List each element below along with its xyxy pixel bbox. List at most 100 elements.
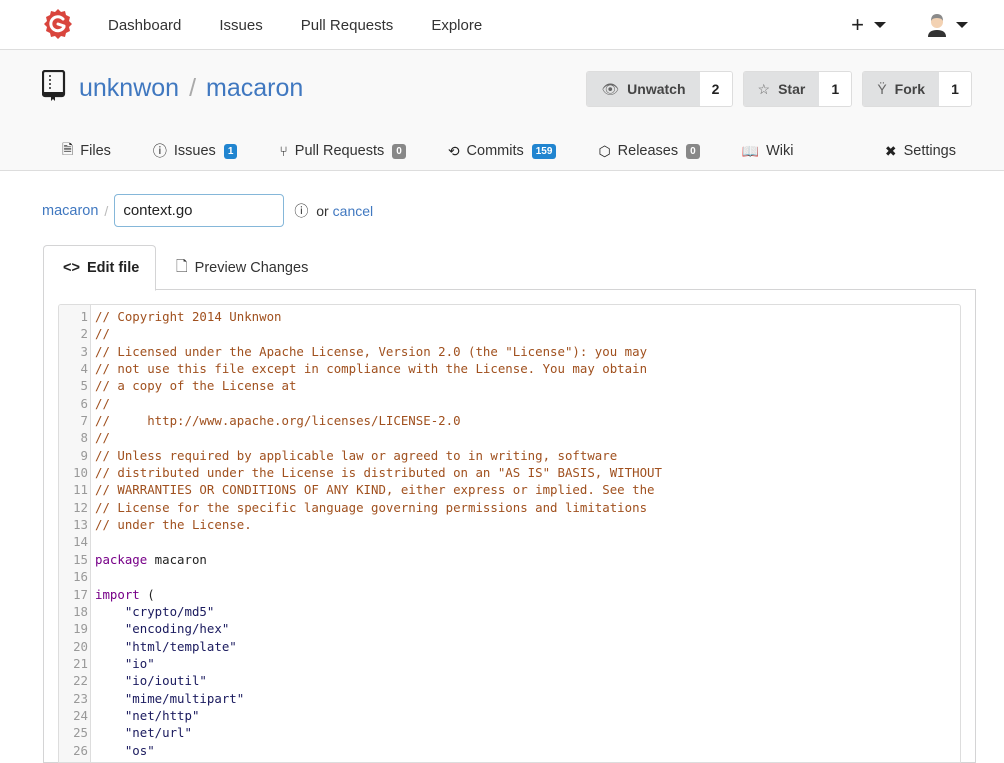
line-content bbox=[89, 568, 95, 585]
create-dropdown-caret-icon[interactable] bbox=[874, 22, 886, 28]
code-line[interactable]: 15package macaron bbox=[59, 551, 960, 568]
nav-issues[interactable]: Issues bbox=[219, 17, 262, 34]
tab-settings[interactable]: ✖Settings bbox=[885, 143, 956, 160]
user-dropdown-caret-icon[interactable] bbox=[956, 22, 968, 28]
code-line[interactable]: 26 "os" bbox=[59, 742, 960, 759]
code-line[interactable]: 18 "crypto/md5" bbox=[59, 603, 960, 620]
code-line[interactable]: 6// bbox=[59, 395, 960, 412]
code-line[interactable]: 10// distributed under the License is di… bbox=[59, 464, 960, 481]
code-line[interactable]: 17import ( bbox=[59, 586, 960, 603]
code-line[interactable]: 5// a copy of the License at bbox=[59, 377, 960, 394]
line-content bbox=[89, 533, 95, 550]
code-line[interactable]: 3// Licensed under the Apache License, V… bbox=[59, 343, 960, 360]
plus-icon[interactable]: + bbox=[851, 12, 864, 38]
line-number: 22 bbox=[59, 672, 89, 689]
tab-releases[interactable]: ⬡Releases0 bbox=[598, 143, 699, 160]
line-content: "html/template" bbox=[89, 638, 237, 655]
repo-book-icon bbox=[42, 70, 66, 102]
line-number: 15 bbox=[59, 551, 89, 568]
diff-icon: 🗋 bbox=[176, 256, 188, 281]
code-line[interactable]: 1// Copyright 2014 Unknwon bbox=[59, 308, 960, 325]
breadcrumb-separator: / bbox=[104, 203, 108, 219]
watchers-count[interactable]: 2 bbox=[700, 72, 732, 106]
code-line[interactable]: 12// License for the specific language g… bbox=[59, 499, 960, 516]
fork-button[interactable]: ŸFork bbox=[863, 72, 939, 106]
tab-label: Files bbox=[80, 143, 111, 159]
repo-owner-link[interactable]: unknwon bbox=[79, 74, 179, 102]
breadcrumb-repo-link[interactable]: macaron bbox=[42, 203, 98, 219]
line-content: // bbox=[89, 325, 110, 342]
keyword: import bbox=[95, 587, 140, 602]
code-line[interactable]: 23 "mime/multipart" bbox=[59, 690, 960, 707]
line-content: import ( bbox=[89, 586, 155, 603]
tab-issues[interactable]: ⓘ Issues 1 bbox=[153, 141, 237, 161]
line-content: // http://www.apache.org/licenses/LICENS… bbox=[89, 412, 461, 429]
stars-count[interactable]: 1 bbox=[819, 72, 851, 106]
unwatch-button[interactable]: 👁Unwatch bbox=[587, 72, 699, 106]
book-icon: 📖 bbox=[742, 143, 759, 160]
code-line[interactable]: 4// not use this file except in complian… bbox=[59, 360, 960, 377]
tab-preview-changes[interactable]: 🗋Preview Changes bbox=[176, 245, 308, 291]
code-line[interactable]: 9// Unless required by applicable law or… bbox=[59, 447, 960, 464]
line-number: 4 bbox=[59, 360, 89, 377]
issues-count-badge: 1 bbox=[224, 144, 238, 159]
pull-request-icon: ⑂ bbox=[279, 143, 287, 159]
code-line[interactable]: 13// under the License. bbox=[59, 516, 960, 533]
line-content: "net/url" bbox=[89, 724, 192, 741]
code-line[interactable]: 7// http://www.apache.org/licenses/LICEN… bbox=[59, 412, 960, 429]
forks-count[interactable]: 1 bbox=[939, 72, 971, 106]
line-content: "io" bbox=[89, 655, 155, 672]
tab-label: Issues bbox=[174, 143, 216, 159]
line-number: 21 bbox=[59, 655, 89, 672]
line-number: 19 bbox=[59, 620, 89, 637]
code-line[interactable]: 22 "io/ioutil" bbox=[59, 672, 960, 689]
nav-dashboard[interactable]: Dashboard bbox=[108, 17, 181, 34]
tab-pull-requests[interactable]: ⑂ Pull Requests 0 bbox=[279, 143, 405, 159]
cancel-link[interactable]: cancel bbox=[333, 203, 373, 219]
line-number: 20 bbox=[59, 638, 89, 655]
user-menu-area: + bbox=[851, 0, 968, 50]
code-line[interactable]: 20 "html/template" bbox=[59, 638, 960, 655]
tab-wiki[interactable]: 📖Wiki bbox=[742, 143, 794, 160]
info-icon[interactable]: ⓘ bbox=[294, 203, 308, 219]
repo-name-link[interactable]: macaron bbox=[206, 74, 303, 102]
tab-edit-file[interactable]: <>Edit file bbox=[43, 245, 156, 291]
code-line[interactable]: 2// bbox=[59, 325, 960, 342]
code-line[interactable]: 21 "io" bbox=[59, 655, 960, 672]
tab-label: Pull Requests bbox=[295, 143, 384, 159]
line-content: "io/ioutil" bbox=[89, 672, 207, 689]
nav-pull-requests[interactable]: Pull Requests bbox=[301, 17, 394, 34]
repo-title-separator: / bbox=[189, 74, 196, 102]
or-text: or bbox=[316, 203, 328, 219]
line-content: // Copyright 2014 Unknwon bbox=[89, 308, 282, 325]
pulls-count-badge: 0 bbox=[392, 144, 406, 159]
code-line[interactable]: 16 bbox=[59, 568, 960, 585]
line-number: 10 bbox=[59, 464, 89, 481]
tab-label: Edit file bbox=[87, 260, 139, 276]
code-lines[interactable]: 1// Copyright 2014 Unknwon2//3// License… bbox=[59, 308, 960, 759]
keyword: package bbox=[95, 552, 147, 567]
releases-count-badge: 0 bbox=[686, 144, 700, 159]
code-line[interactable]: 19 "encoding/hex" bbox=[59, 620, 960, 637]
user-avatar[interactable] bbox=[926, 13, 948, 37]
code-line[interactable]: 25 "net/url" bbox=[59, 724, 960, 741]
tab-commits[interactable]: ⟲Commits159 bbox=[448, 143, 557, 160]
code-editor[interactable]: 1// Copyright 2014 Unknwon2//3// License… bbox=[58, 304, 961, 763]
code-line[interactable]: 14 bbox=[59, 533, 960, 550]
file-icon: 🗎 bbox=[62, 139, 73, 163]
line-number: 18 bbox=[59, 603, 89, 620]
code-line[interactable]: 8// bbox=[59, 429, 960, 446]
issue-icon: ⓘ bbox=[153, 141, 167, 161]
line-number: 17 bbox=[59, 586, 89, 603]
line-content: // bbox=[89, 429, 110, 446]
tab-files[interactable]: 🗎 Files bbox=[62, 139, 111, 163]
line-number: 14 bbox=[59, 533, 89, 550]
star-button[interactable]: ☆Star bbox=[744, 72, 820, 106]
code-line[interactable]: 24 "net/http" bbox=[59, 707, 960, 724]
line-content: package macaron bbox=[89, 551, 207, 568]
code-line[interactable]: 11// WARRANTIES OR CONDITIONS OF ANY KIN… bbox=[59, 481, 960, 498]
filename-input[interactable] bbox=[114, 194, 284, 227]
nav-explore[interactable]: Explore bbox=[431, 17, 482, 34]
fork-button-group: ŸFork 1 bbox=[862, 71, 972, 107]
gogs-logo[interactable] bbox=[42, 8, 74, 40]
